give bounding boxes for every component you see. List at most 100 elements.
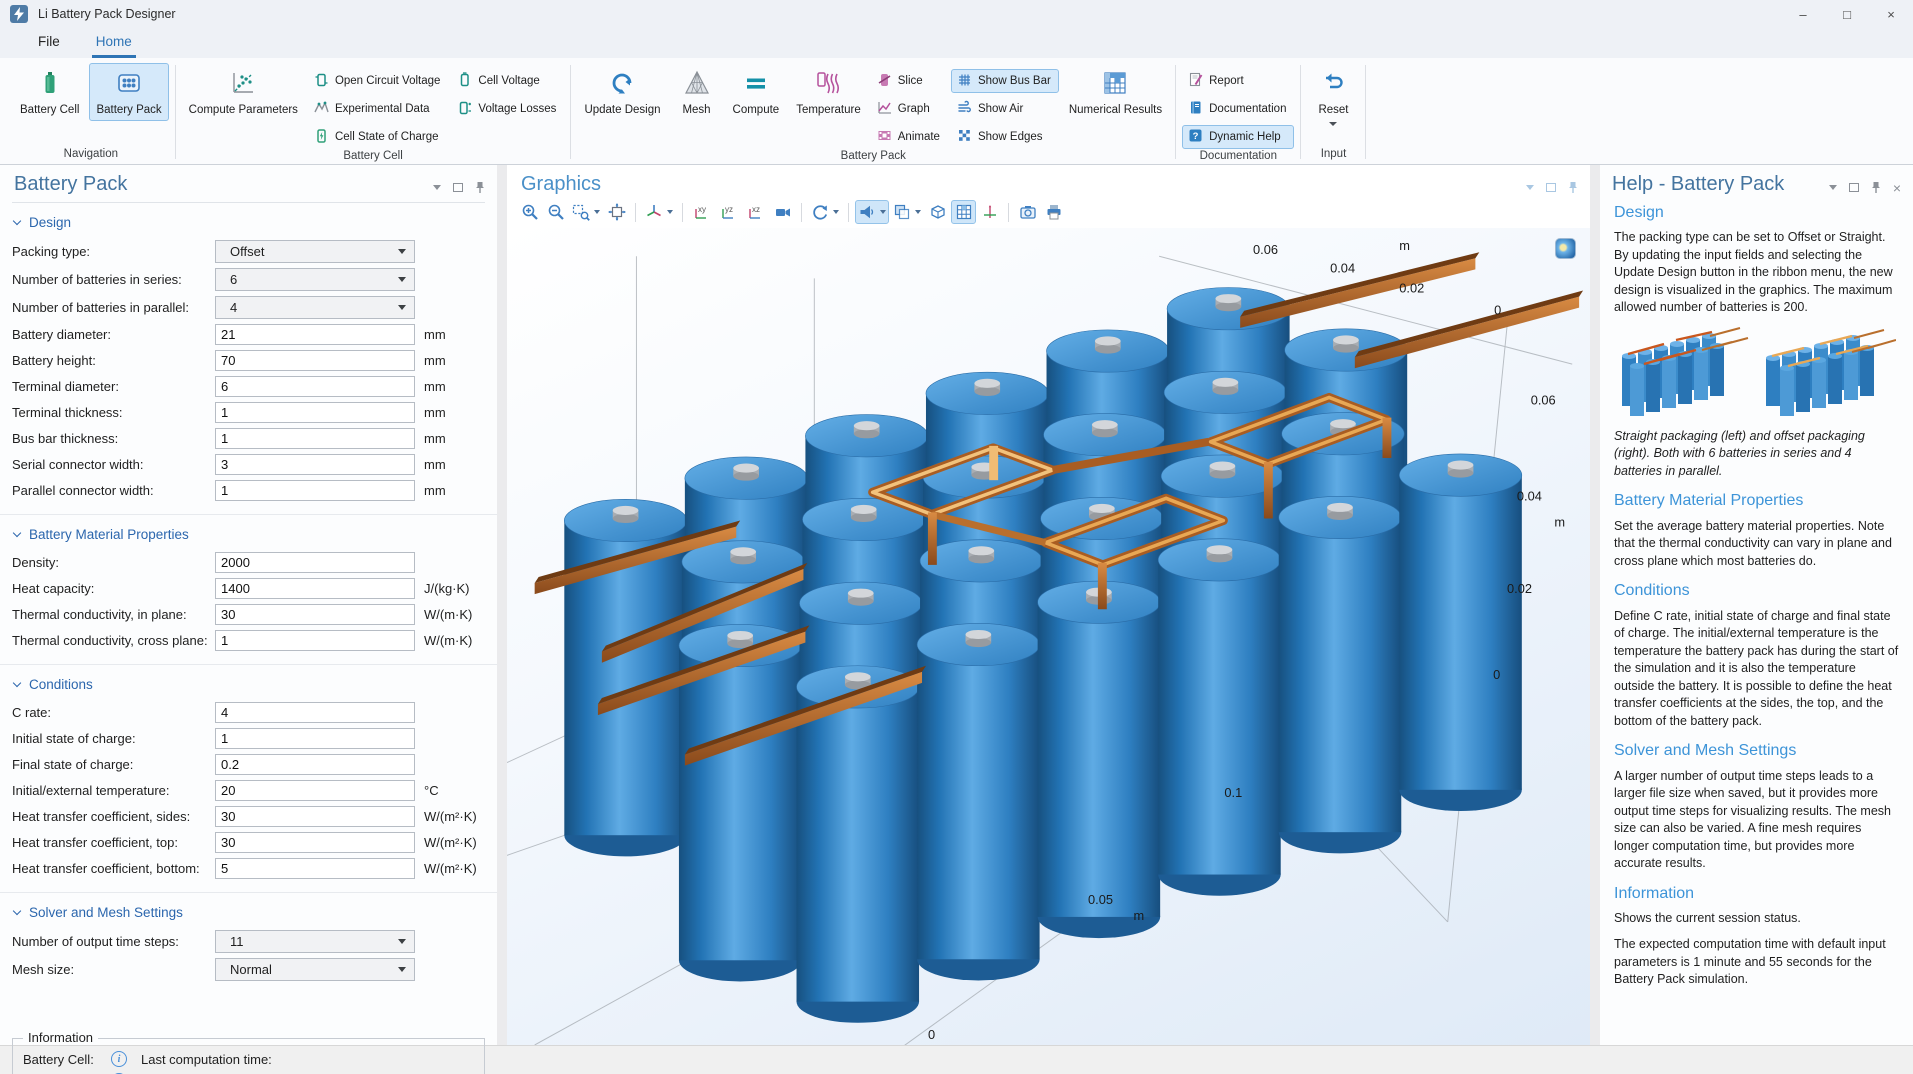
thermal-conductivity-cross-plane-field[interactable] <box>215 630 415 651</box>
panel-divider[interactable] <box>1590 165 1600 1045</box>
graphics-header-icons <box>1526 173 1578 194</box>
panel-menu-icon[interactable] <box>1829 185 1837 190</box>
scene-light-button[interactable] <box>855 200 889 224</box>
panel-float-icon[interactable] <box>453 183 463 192</box>
documentation-button[interactable]: Documentation <box>1182 97 1294 121</box>
view-yz-button[interactable]: yz <box>716 200 742 224</box>
thermal-conductivity-in-plane-field[interactable] <box>215 604 415 625</box>
snapshot-button[interactable] <box>1015 200 1040 224</box>
close-icon[interactable]: × <box>1893 183 1901 193</box>
maximize-icon[interactable]: □ <box>1825 0 1869 28</box>
section-solver-header[interactable]: Solver and Mesh Settings <box>14 905 485 920</box>
zoom-extents-button[interactable] <box>604 200 629 224</box>
battery-diameter-field[interactable] <box>215 324 415 345</box>
initial-state-of-charge-field[interactable] <box>215 728 415 749</box>
print-button[interactable] <box>1041 200 1066 224</box>
panel-pin-icon[interactable] <box>475 181 485 194</box>
show-air-button[interactable]: Show Air <box>951 97 1059 121</box>
panel-float-icon[interactable] <box>1546 183 1556 192</box>
graphics-title: Graphics <box>521 173 601 196</box>
view-xy-button[interactable]: xy <box>689 200 715 224</box>
help-conditions-heading: Conditions <box>1614 580 1899 602</box>
c-rate-field[interactable] <box>215 702 415 723</box>
battery-pack-3d-view[interactable]: 0.06 0.04 0.02 0 m 0.06 0.04 m 0.02 0 0.… <box>507 228 1590 1045</box>
transparency-button[interactable] <box>890 200 924 224</box>
rotate-button[interactable] <box>808 200 842 224</box>
packing-type-select[interactable]: Offset <box>215 240 415 263</box>
battery-cell-button[interactable]: Battery Cell <box>13 63 86 121</box>
battery-height-field[interactable] <box>215 350 415 371</box>
open-circuit-voltage-button[interactable]: Open Circuit Voltage <box>308 69 448 93</box>
density-field[interactable] <box>215 552 415 573</box>
experimental-data-button[interactable]: Experimental Data <box>308 97 448 121</box>
batteries-in-series-select[interactable]: 6 <box>215 268 415 291</box>
zoom-in-button[interactable] <box>517 200 542 224</box>
view-xz-button[interactable]: xz <box>743 200 769 224</box>
cell-voltage-button[interactable]: Cell Voltage <box>451 69 564 93</box>
cell-state-of-charge-button[interactable]: Cell State of Charge <box>308 125 448 149</box>
terminal-thickness-field[interactable] <box>215 402 415 423</box>
minimize-icon[interactable]: – <box>1781 0 1825 28</box>
voltage-losses-icon <box>457 100 472 118</box>
mesh-size-select[interactable]: Normal <box>215 958 415 981</box>
zoom-out-button[interactable] <box>543 200 568 224</box>
section-material-header[interactable]: Battery Material Properties <box>14 527 485 542</box>
heat-capacity-field[interactable] <box>215 578 415 599</box>
battery-pack-button[interactable]: Battery Pack <box>89 63 168 121</box>
default-view-button[interactable] <box>642 200 676 224</box>
tab-home[interactable]: Home <box>92 31 136 58</box>
panel-float-icon[interactable] <box>1849 183 1859 192</box>
temperature-button[interactable]: Temperature <box>789 63 868 121</box>
report-button[interactable]: Report <box>1182 69 1294 93</box>
heat-transfer-sides-field[interactable] <box>215 806 415 827</box>
batteries-in-parallel-select[interactable]: 4 <box>215 296 415 319</box>
zoom-box-button[interactable] <box>569 200 603 224</box>
section-conditions-header[interactable]: Conditions <box>14 677 485 692</box>
tab-file[interactable]: File <box>34 31 64 58</box>
parallel-connector-width-field[interactable] <box>215 480 415 501</box>
panel-menu-icon[interactable] <box>433 185 441 190</box>
output-time-steps-select[interactable]: 11 <box>215 930 415 953</box>
final-state-of-charge-field[interactable] <box>215 754 415 775</box>
voltage-losses-button[interactable]: Voltage Losses <box>451 97 564 121</box>
panel-menu-icon[interactable] <box>1526 185 1534 190</box>
graphics-canvas[interactable]: 0.06 0.04 0.02 0 m 0.06 0.04 m 0.02 0 0.… <box>507 228 1590 1045</box>
panel-pin-icon[interactable] <box>1568 181 1578 194</box>
panel-divider[interactable] <box>497 165 507 1045</box>
show-edges-button[interactable]: Show Edges <box>951 125 1059 149</box>
compute-button[interactable]: Compute <box>726 63 787 121</box>
heat-transfer-top-field[interactable] <box>215 832 415 853</box>
numerical-results-button[interactable]: Numerical Results <box>1062 63 1169 121</box>
graph-button[interactable]: Graph <box>871 97 948 121</box>
serial-connector-width-field[interactable] <box>215 454 415 475</box>
bus-bar-thickness-field[interactable] <box>215 428 415 449</box>
panel-pin-icon[interactable] <box>1871 181 1881 194</box>
chevron-down-icon[interactable] <box>880 210 886 214</box>
compute-parameters-button[interactable]: Compute Parameters <box>182 63 305 121</box>
animate-button[interactable]: Animate <box>871 125 948 149</box>
wireframe-button[interactable] <box>925 200 950 224</box>
axis-orientation-button[interactable] <box>977 200 1002 224</box>
reset-button[interactable]: Reset <box>1307 63 1359 130</box>
information-groupbox: Information Battery Cell: i Last computa… <box>12 1038 485 1074</box>
slice-button[interactable]: Slice <box>871 69 948 93</box>
help-conditions-text: Define C rate, initial state of charge a… <box>1614 608 1899 731</box>
initial-external-temperature-field[interactable] <box>215 780 415 801</box>
heat-transfer-bottom-field[interactable] <box>215 858 415 879</box>
ribbon-group-navigation: Battery Cell Battery Pack Navigation <box>8 60 174 164</box>
reset-dropdown-icon[interactable] <box>1329 122 1337 126</box>
scene-camera-button[interactable] <box>770 200 795 224</box>
mesh-button[interactable]: Mesh <box>671 63 723 121</box>
svg-text:0.04: 0.04 <box>1330 260 1355 275</box>
graphics-toolbar: xy yz xz <box>507 196 1590 228</box>
show-bus-bar-button[interactable]: Show Bus Bar <box>951 69 1059 93</box>
close-icon[interactable]: × <box>1869 0 1913 28</box>
terminal-diameter-field[interactable] <box>215 376 415 397</box>
update-design-button[interactable]: Update Design <box>577 63 667 121</box>
dynamic-help-button[interactable]: ? Dynamic Help <box>1182 125 1294 149</box>
comsol-logo-button[interactable] <box>1555 238 1576 259</box>
form-row: Heat transfer coefficient, sides: W/(m²·… <box>12 806 485 827</box>
section-design-header[interactable]: Design <box>14 215 485 230</box>
battery-cylinders[interactable] <box>564 288 1522 1023</box>
show-grid-button[interactable] <box>951 200 976 224</box>
